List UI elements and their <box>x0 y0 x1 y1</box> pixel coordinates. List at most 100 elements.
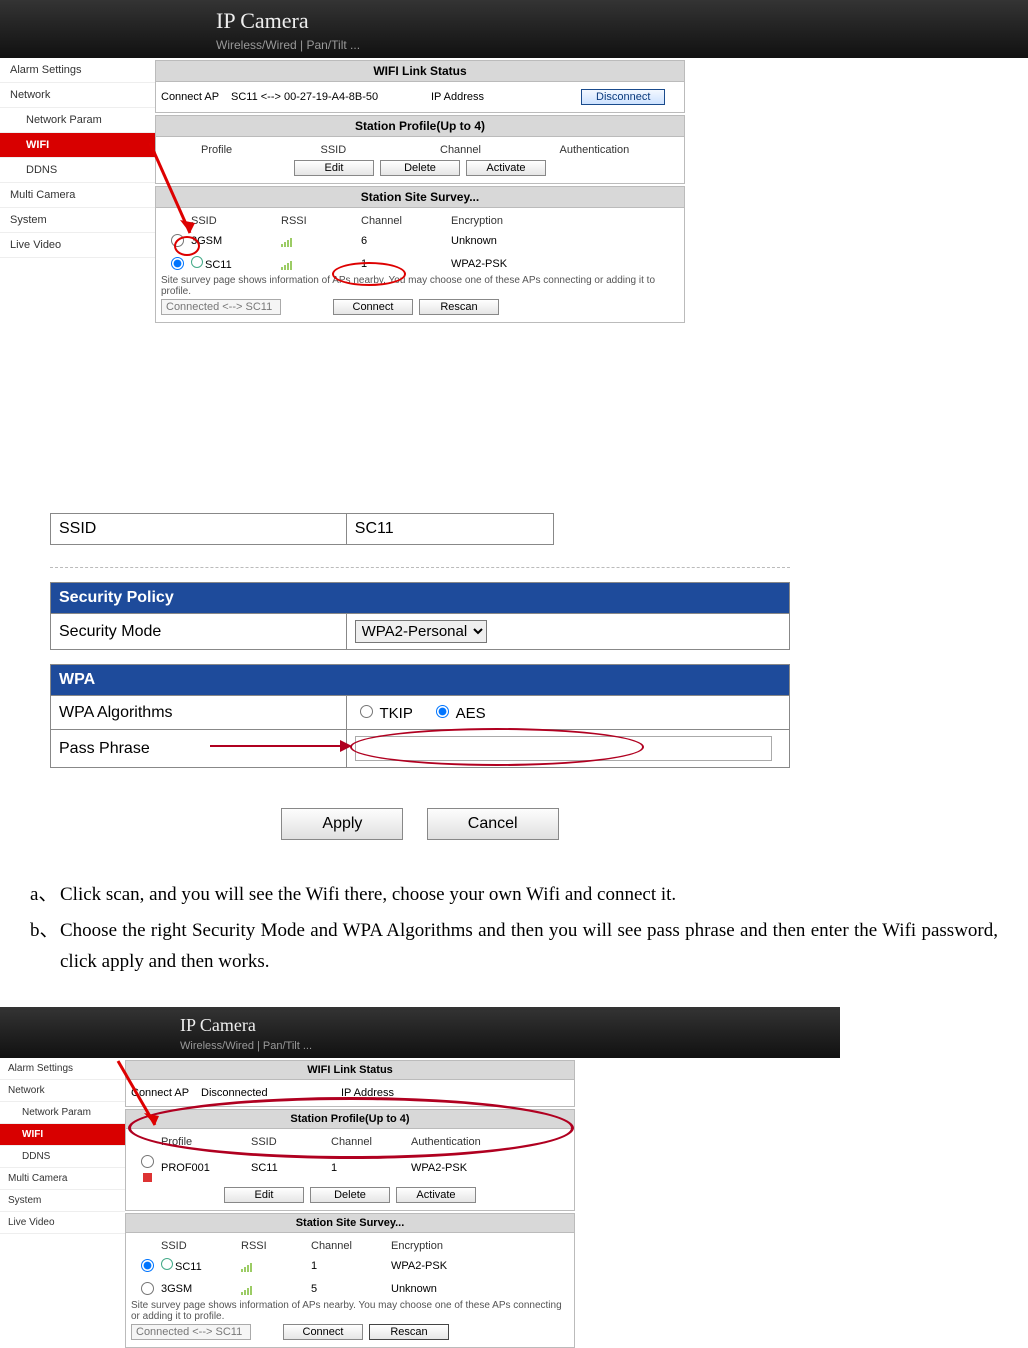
survey-col-ssid: SSID <box>191 215 281 227</box>
survey-enc-0: Unknown <box>451 235 679 247</box>
ssid-label: SSID <box>51 514 347 545</box>
wpa-table: WPA WPA Algorithms TKIP AES Pass Phrase <box>50 664 790 768</box>
profile-col-profile: Profile <box>201 144 321 156</box>
screenshot-2: IP Camera Wireless/Wired | Pan/Tilt ... … <box>0 1007 840 1348</box>
disconnect-button[interactable]: Disconnect <box>581 89 665 105</box>
tkip-radio[interactable] <box>360 705 373 718</box>
sidebar-item-ddns[interactable]: DDNS <box>0 158 155 183</box>
sidebar-item-network-param[interactable]: Network Param <box>0 1102 125 1124</box>
profile-col-channel: Channel <box>331 1136 411 1148</box>
security-policy-table: Security Policy Security Mode WPA2-Perso… <box>50 582 790 650</box>
aes-radio[interactable] <box>436 705 449 718</box>
connect-ap-value: Disconnected <box>201 1087 341 1099</box>
survey-col-rssi: RSSI <box>241 1240 311 1252</box>
survey-radio-1[interactable] <box>171 257 184 270</box>
survey-col-rssi: RSSI <box>281 215 361 227</box>
sidebar: Alarm Settings Network Network Param WIF… <box>0 58 155 258</box>
security-form: SSID SC11 Security Policy Security Mode … <box>50 513 790 840</box>
delete-button[interactable]: Delete <box>380 160 460 176</box>
edit-button[interactable]: Edit <box>224 1187 304 1203</box>
station-profile-panel: Station Profile(Up to 4) Profile SSID Ch… <box>125 1109 575 1211</box>
profile-radio[interactable] <box>141 1155 154 1168</box>
rescan-button[interactable]: Rescan <box>419 299 499 315</box>
active-flag-icon <box>143 1173 152 1182</box>
list-marker: b、 <box>30 916 60 977</box>
instruction-b: Choose the right Security Mode and WPA A… <box>60 916 998 977</box>
station-profile-title: Station Profile(Up to 4) <box>156 116 684 137</box>
apply-button[interactable]: Apply <box>281 808 403 840</box>
profile-col-ssid: SSID <box>321 144 441 156</box>
profile-name: PROF001 <box>161 1162 251 1174</box>
site-survey-title: Station Site Survey... <box>126 1214 574 1233</box>
rescan-button[interactable]: Rescan <box>369 1324 449 1340</box>
sidebar-item-ddns[interactable]: DDNS <box>0 1146 125 1168</box>
sidebar-item-alarm[interactable]: Alarm Settings <box>0 58 155 83</box>
sidebar-item-livevideo[interactable]: Live Video <box>0 1212 125 1234</box>
sidebar: Alarm Settings Network Network Param WIF… <box>0 1058 125 1234</box>
main-content: WIFI Link Status Connect AP Disconnected… <box>125 1058 575 1348</box>
sidebar-item-system[interactable]: System <box>0 208 155 233</box>
station-profile-panel: Station Profile(Up to 4) Profile SSID Ch… <box>155 115 685 184</box>
aes-option[interactable]: AES <box>431 705 485 722</box>
survey-status-input[interactable] <box>161 299 281 315</box>
connect-button[interactable]: Connect <box>333 299 413 315</box>
security-mode-label: Security Mode <box>51 614 347 650</box>
survey-enc-1: Unknown <box>391 1283 569 1295</box>
profile-auth: WPA2-PSK <box>411 1162 569 1174</box>
connect-button[interactable]: Connect <box>283 1324 363 1340</box>
sidebar-item-network-param[interactable]: Network Param <box>0 108 155 133</box>
wifi-link-status-panel: WIFI Link Status Connect AP Disconnected… <box>125 1060 575 1107</box>
connect-ap-label: Connect AP <box>131 1087 201 1099</box>
app-subtitle: Wireless/Wired | Pan/Tilt ... <box>180 1040 840 1052</box>
tkip-option[interactable]: TKIP <box>355 705 413 722</box>
profile-channel: 1 <box>331 1162 411 1174</box>
signal-icon <box>281 235 297 245</box>
survey-ssid-0: 3GSM <box>191 235 281 247</box>
app-header: IP Camera Wireless/Wired | Pan/Tilt ... <box>0 0 1028 58</box>
survey-col-channel: Channel <box>361 215 451 227</box>
survey-enc-0: WPA2-PSK <box>391 1260 569 1272</box>
sidebar-item-system[interactable]: System <box>0 1190 125 1212</box>
survey-col-encryption: Encryption <box>451 215 679 227</box>
sidebar-item-wifi[interactable]: WIFI <box>0 1124 125 1146</box>
survey-col-encryption: Encryption <box>391 1240 569 1252</box>
app-title: IP Camera <box>216 8 1028 34</box>
security-policy-header: Security Policy <box>51 583 790 614</box>
security-mode-select[interactable]: WPA2-Personal <box>355 620 487 643</box>
instructions-block: a、Click scan, and you will see the Wifi … <box>30 880 998 977</box>
sidebar-item-multicamera[interactable]: Multi Camera <box>0 1168 125 1190</box>
sidebar-item-network[interactable]: Network <box>0 83 155 108</box>
delete-button[interactable]: Delete <box>310 1187 390 1203</box>
main-content: WIFI Link Status Connect AP SC11 <--> 00… <box>155 58 685 323</box>
survey-status-input[interactable] <box>131 1324 251 1340</box>
activate-button[interactable]: Activate <box>466 160 546 176</box>
site-survey-panel: Station Site Survey... SSID RSSI Channel… <box>125 1213 575 1348</box>
survey-ssid-1: 3GSM <box>161 1283 241 1295</box>
survey-radio-0[interactable] <box>171 234 184 247</box>
app-subtitle: Wireless/Wired | Pan/Tilt ... <box>216 38 1028 52</box>
instruction-a: Click scan, and you will see the Wifi th… <box>60 880 676 910</box>
cancel-button[interactable]: Cancel <box>427 808 559 840</box>
survey-radio-0[interactable] <box>141 1259 154 1272</box>
survey-note: Site survey page shows information of AP… <box>161 275 679 297</box>
survey-ssid-1: SC11 <box>205 259 232 271</box>
survey-radio-1[interactable] <box>141 1282 154 1295</box>
pass-phrase-label: Pass Phrase <box>51 730 347 768</box>
app-header: IP Camera Wireless/Wired | Pan/Tilt ... <box>0 1007 840 1058</box>
profile-col-profile: Profile <box>161 1136 251 1148</box>
signal-icon <box>241 1283 257 1293</box>
connect-ap-value: SC11 <--> 00-27-19-A4-8B-50 <box>231 91 431 103</box>
pass-phrase-input[interactable] <box>355 736 772 761</box>
sidebar-item-multicamera[interactable]: Multi Camera <box>0 183 155 208</box>
ssid-value: SC11 <box>346 514 553 545</box>
profile-col-channel: Channel <box>440 144 560 156</box>
sidebar-item-wifi[interactable]: WIFI <box>0 133 155 158</box>
sidebar-item-network[interactable]: Network <box>0 1080 125 1102</box>
sidebar-item-alarm[interactable]: Alarm Settings <box>0 1058 125 1080</box>
survey-channel-0: 1 <box>311 1260 391 1272</box>
edit-button[interactable]: Edit <box>294 160 374 176</box>
activate-button[interactable]: Activate <box>396 1187 476 1203</box>
survey-ssid-0: SC11 <box>175 1261 202 1273</box>
sidebar-item-livevideo[interactable]: Live Video <box>0 233 155 258</box>
connect-ap-label: Connect AP <box>161 91 231 103</box>
